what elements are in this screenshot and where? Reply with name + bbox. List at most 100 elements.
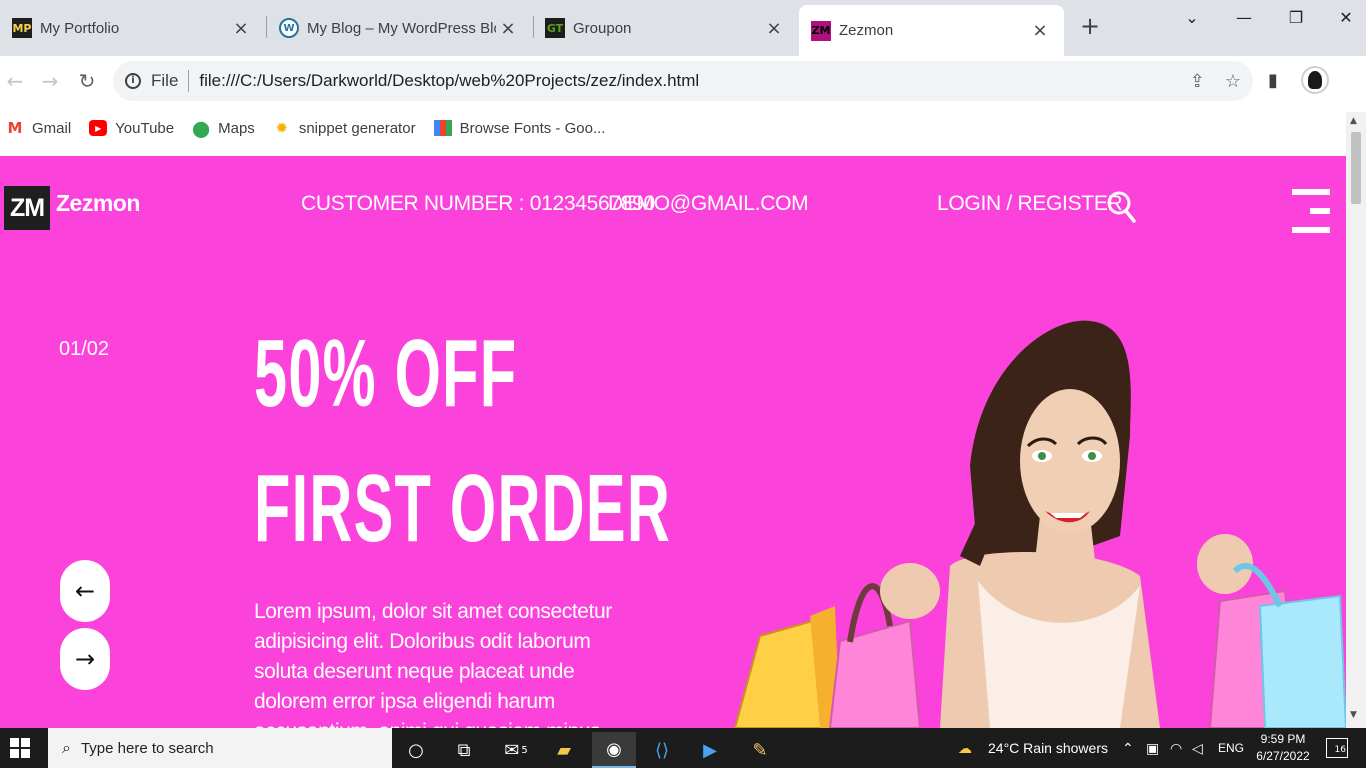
headline-discount: 50% OFF: [254, 320, 518, 427]
menu-bar: [1310, 208, 1330, 214]
tab-title: My Blog – My WordPress Blog: [307, 19, 496, 37]
search-placeholder: Type here to search: [80, 739, 214, 757]
taskbar-search-box[interactable]: ⌕ Type here to search: [48, 728, 392, 768]
hero-section: ZM Zezmon CUSTOMER NUMBER : 01234567890 …: [0, 156, 1346, 728]
reload-icon[interactable]: ↻: [74, 68, 100, 94]
windows-taskbar: ⌕ Type here to search ○ ⧉ ✉ 5 ▰ ◉ ⟨⟩ ▶ ✎ …: [0, 728, 1366, 768]
close-window-button[interactable]: ✕: [1326, 8, 1366, 27]
site-info-icon[interactable]: i: [125, 73, 141, 89]
snippet-icon: ✹: [275, 119, 289, 137]
shopping-woman-illustration: [733, 320, 1346, 728]
gmail-icon: M: [7, 119, 23, 137]
share-icon[interactable]: ⇪: [1190, 71, 1205, 92]
search-icon: ⌕: [62, 738, 71, 757]
weather-text[interactable]: 24°C Rain showers: [988, 740, 1108, 756]
show-hidden-icons-icon[interactable]: ⌃: [1122, 740, 1134, 757]
page-viewport: ZM Zezmon CUSTOMER NUMBER : 01234567890 …: [0, 150, 1346, 728]
wifi-icon[interactable]: ◠: [1170, 740, 1182, 757]
google-fonts-icon: [433, 120, 452, 136]
address-separator: [188, 70, 190, 92]
scroll-thumb[interactable]: [1351, 132, 1361, 204]
arrow-left-icon: ←: [74, 577, 96, 605]
youtube-icon: ▶: [89, 120, 108, 136]
clock-time: 9:59 PM: [1260, 732, 1306, 746]
tab-zezmon[interactable]: ZM Zezmon ×: [799, 5, 1064, 56]
contact-email[interactable]: DEMO@GMAIL.COM: [608, 192, 809, 216]
profile-avatar[interactable]: [1301, 66, 1329, 94]
bookmark-label: Gmail: [32, 119, 72, 137]
portfolio-favicon-icon: MP: [12, 18, 32, 38]
cortana-icon[interactable]: ○: [394, 732, 438, 768]
tab-close-icon[interactable]: ×: [496, 18, 520, 39]
menu-bar: [1292, 189, 1330, 195]
language-indicator[interactable]: ENG: [1218, 741, 1244, 755]
new-tab-button[interactable]: +: [1076, 12, 1104, 40]
groupon-favicon-icon: GT: [545, 18, 565, 38]
mail-app-icon[interactable]: ✉ 5: [494, 732, 538, 768]
page-scrollbar[interactable]: ▲ ▼: [1346, 112, 1366, 728]
mail-badge: 5: [521, 744, 528, 756]
bookmark-label: snippet generator: [298, 119, 416, 137]
volume-icon[interactable]: ◁: [1192, 740, 1203, 757]
minimize-button[interactable]: —: [1224, 8, 1264, 27]
avatar-image: [1308, 71, 1322, 89]
paint-app-icon[interactable]: ✎: [738, 732, 782, 768]
bookmark-youtube[interactable]: ▶ YouTube: [89, 120, 174, 137]
headline-first-order: FIRST ORDER: [254, 455, 672, 562]
hamburger-menu-icon[interactable]: [1292, 189, 1330, 233]
scroll-up-icon[interactable]: ▲: [1350, 116, 1357, 126]
maximize-button[interactable]: ❐: [1276, 8, 1316, 27]
tab-groupon[interactable]: GT Groupon ×: [533, 5, 798, 51]
bookmarks-bar: M Gmail ▶ YouTube ⬤ Maps ✹ snippet gener…: [0, 106, 1346, 150]
url-text[interactable]: file:///C:/Users/Darkworld/Desktop/web%2…: [199, 71, 1189, 91]
bookmark-snippet-generator[interactable]: ✹ snippet generator: [273, 119, 416, 137]
media-player-icon[interactable]: ▶: [688, 732, 732, 768]
scroll-down-icon[interactable]: ▼: [1350, 710, 1357, 720]
windows-start-icon[interactable]: [10, 738, 30, 758]
tab-search-button[interactable]: ⌄: [1172, 8, 1212, 27]
maps-icon: ⬤: [192, 118, 211, 138]
bookmark-browse-fonts[interactable]: Browse Fonts - Goo...: [433, 119, 606, 137]
vscode-app-icon[interactable]: ⟨⟩: [640, 732, 684, 768]
tab-title: Groupon: [573, 19, 632, 37]
back-arrow-icon[interactable]: ←: [2, 68, 28, 94]
tab-my-portfolio[interactable]: MP My Portfolio ×: [0, 5, 265, 51]
tab-close-icon[interactable]: ×: [762, 18, 786, 39]
site-logo-mark[interactable]: ZM: [4, 186, 50, 230]
notification-count: 16: [1334, 745, 1346, 755]
login-register-link[interactable]: LOGIN / REGISTER: [937, 192, 1123, 216]
tab-close-icon[interactable]: ×: [1028, 20, 1052, 41]
taskbar-clock[interactable]: 9:59 PM 6/27/2022: [1248, 731, 1318, 765]
tab-close-icon[interactable]: ×: [229, 18, 253, 39]
forward-arrow-icon[interactable]: →: [37, 68, 63, 94]
address-bar[interactable]: i File file:///C:/Users/Darkworld/Deskto…: [113, 61, 1253, 101]
site-logo-name[interactable]: Zezmon: [56, 190, 140, 217]
notification-center-icon[interactable]: 16: [1326, 738, 1348, 758]
bookmark-star-icon[interactable]: ☆: [1225, 71, 1241, 92]
bookmark-maps[interactable]: ⬤ Maps: [192, 118, 255, 138]
zezmon-favicon-icon: ZM: [811, 20, 831, 41]
slide-counter: 01/02: [59, 338, 110, 360]
tab-my-blog[interactable]: W My Blog – My WordPress Blog ×: [267, 5, 532, 51]
bookmark-gmail[interactable]: M Gmail: [6, 119, 72, 137]
tab-title: Zezmon: [839, 22, 894, 39]
chrome-app-icon[interactable]: ◉: [592, 732, 636, 768]
weather-icon[interactable]: ☁: [958, 740, 972, 757]
search-icon[interactable]: [1106, 189, 1136, 223]
bookmark-label: YouTube: [115, 119, 175, 137]
bookmark-label: Browse Fonts - Goo...: [459, 119, 606, 137]
side-panel-icon[interactable]: ▮: [1268, 70, 1278, 91]
hero-body-text: Lorem ipsum, dolor sit amet consectetur …: [254, 600, 612, 728]
clock-date: 6/27/2022: [1256, 749, 1310, 763]
browser-tab-strip: MP My Portfolio × W My Blog – My WordPre…: [0, 0, 1366, 56]
bookmark-label: Maps: [218, 119, 255, 137]
customer-number: CUSTOMER NUMBER : 01234567890: [301, 192, 655, 215]
arrow-right-icon: →: [74, 645, 96, 673]
browser-toolbar: ← → ↻ i File file:///C:/Users/Darkworld/…: [0, 56, 1366, 106]
task-view-icon[interactable]: ⧉: [442, 732, 486, 768]
file-explorer-icon[interactable]: ▰: [542, 732, 586, 768]
next-slide-button[interactable]: →: [60, 628, 110, 690]
scheme-label: File: [151, 71, 179, 90]
meet-now-icon[interactable]: ▣: [1146, 740, 1159, 757]
prev-slide-button[interactable]: ←: [60, 560, 110, 622]
